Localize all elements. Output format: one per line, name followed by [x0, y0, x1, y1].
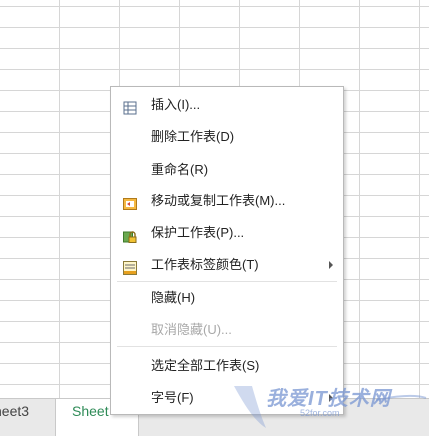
- menu-item-rename[interactable]: 重命名(R): [111, 157, 343, 183]
- protect-sheet-lock-icon: [123, 226, 137, 243]
- menu-item-move-copy[interactable]: 移动或复制工作表(M)...: [111, 188, 343, 214]
- submenu-arrow-icon: [329, 261, 333, 269]
- sheet-tab-label: Sheet: [72, 403, 109, 419]
- menu-separator: [117, 281, 337, 282]
- menu-item-delete-sheet[interactable]: 删除工作表(D): [111, 124, 343, 150]
- menu-item-unhide: 取消隐藏(U)...: [111, 317, 343, 343]
- menu-item-insert[interactable]: 插入(I)...: [111, 92, 343, 118]
- menu-item-tab-color[interactable]: 工作表标签颜色(T): [111, 252, 343, 278]
- move-copy-sheet-icon: [123, 194, 137, 210]
- site-watermark: 我爱IT技术网 52for.com: [226, 378, 429, 436]
- insert-table-icon: [123, 98, 137, 115]
- sheet-tab-sheet3[interactable]: heet3: [0, 399, 42, 436]
- menu-item-label: 移动或复制工作表(M)...: [151, 193, 286, 208]
- watermark-text: 我爱IT技术网: [266, 388, 391, 410]
- menu-item-label: 选定全部工作表(S): [151, 358, 260, 373]
- menu-item-hide[interactable]: 隐藏(H): [111, 285, 343, 311]
- menu-item-label: 重命名(R): [151, 162, 209, 177]
- tab-color-icon: [123, 258, 137, 275]
- sheet-context-menu: 插入(I)... 删除工作表(D) 重命名(R) 移动或复制工作表(M)... …: [110, 86, 344, 415]
- menu-item-label: 工作表标签颜色(T): [151, 257, 259, 272]
- menu-item-label: 隐藏(H): [151, 290, 196, 305]
- menu-separator: [117, 346, 337, 347]
- menu-item-protect-sheet[interactable]: 保护工作表(P)...: [111, 220, 343, 246]
- menu-item-select-all-sheets[interactable]: 选定全部工作表(S): [111, 353, 343, 379]
- menu-item-label: 保护工作表(P)...: [151, 225, 245, 240]
- menu-item-label: 字号(F): [151, 390, 194, 405]
- menu-item-label: 删除工作表(D): [151, 129, 235, 144]
- sheet-tab-label: heet3: [0, 403, 30, 419]
- watermark-subtext: 52for.com: [300, 408, 340, 418]
- menu-item-label: 插入(I)...: [151, 97, 201, 112]
- menu-item-label: 取消隐藏(U)...: [151, 322, 232, 337]
